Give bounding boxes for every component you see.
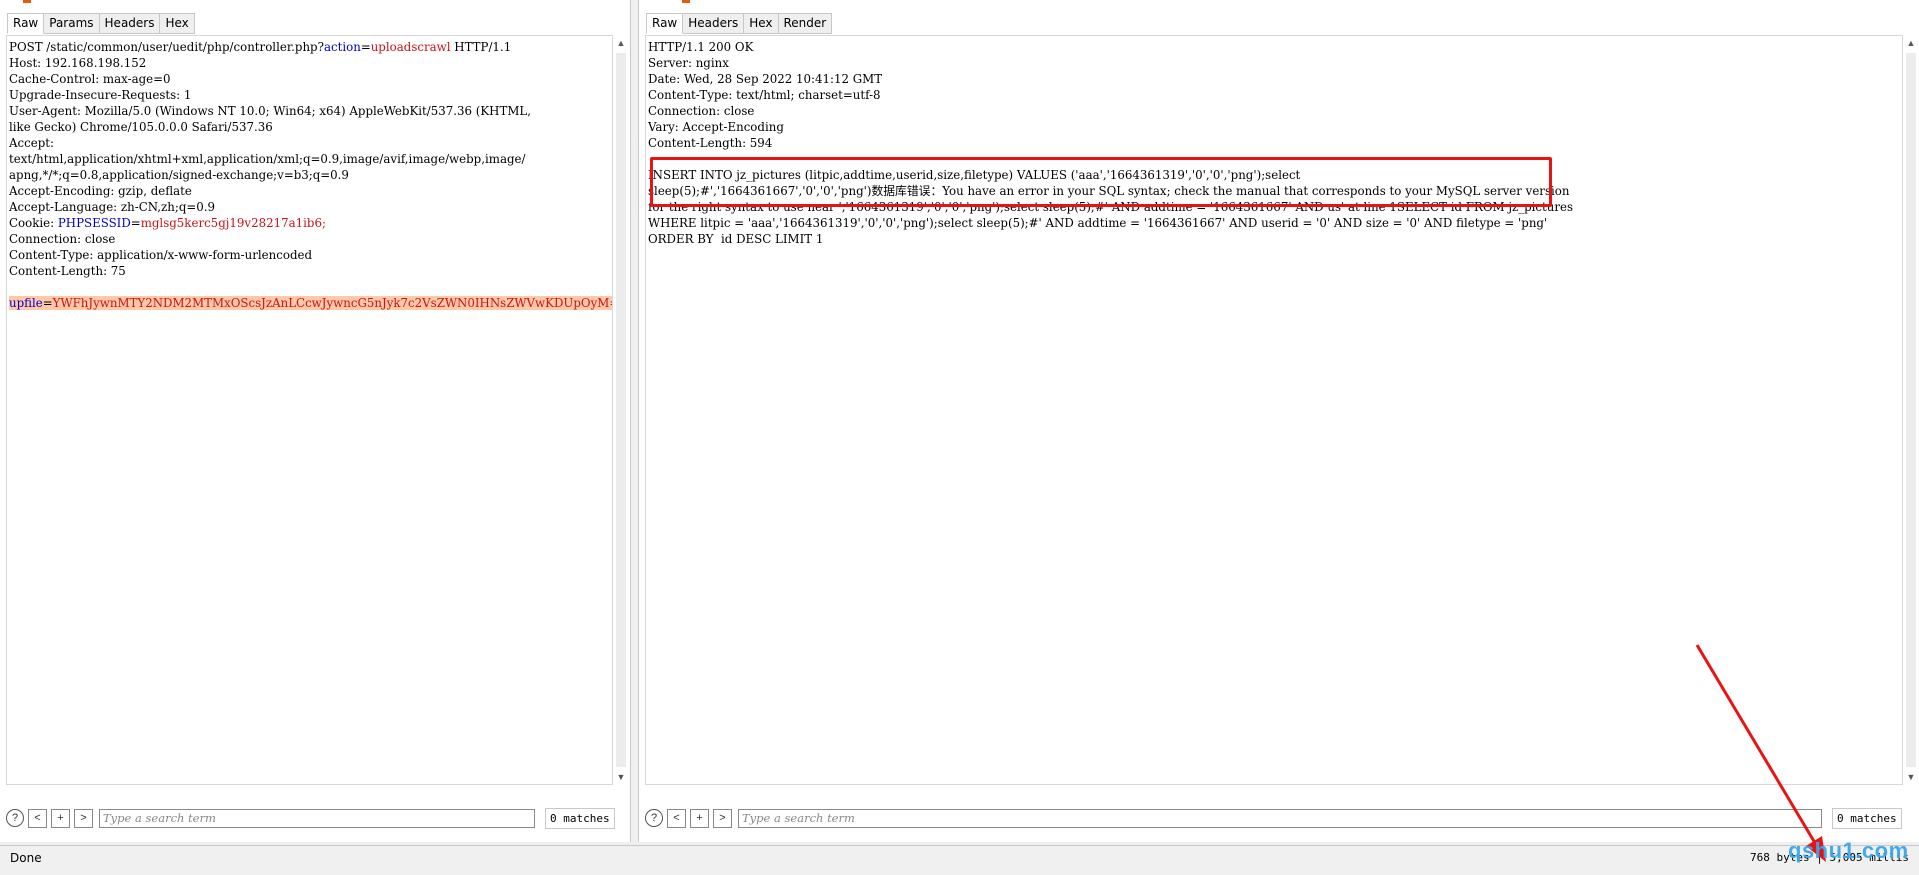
request-scrollbar[interactable]: ▲ ▼ bbox=[614, 35, 628, 785]
help-icon[interactable]: ? bbox=[645, 809, 663, 827]
panel-accent-mark bbox=[682, 0, 690, 3]
status-bar: Done 768 bytes | 5,005 millis bbox=[0, 845, 1919, 870]
next-icon[interactable]: > bbox=[74, 808, 93, 828]
tab-response-hex[interactable]: Hex bbox=[744, 13, 779, 34]
tab-request-headers[interactable]: Headers bbox=[99, 13, 161, 34]
scroll-thumb[interactable] bbox=[616, 53, 626, 767]
tab-response-raw[interactable]: Raw bbox=[646, 13, 684, 34]
response-panel: Raw Headers Hex Render HTTP/1.1 200 OK S… bbox=[638, 0, 1919, 842]
response-tabs: Raw Headers Hex Render bbox=[646, 13, 833, 34]
request-body-highlight: upfile=YWFhJywnMTY2NDM2MTMxOScsJzAnLCcwJ… bbox=[9, 296, 612, 310]
add-icon[interactable]: + bbox=[51, 808, 70, 828]
scroll-up-icon[interactable]: ▲ bbox=[614, 35, 628, 51]
previous-icon[interactable]: < bbox=[28, 808, 47, 828]
previous-icon[interactable]: < bbox=[667, 808, 686, 828]
watermark-logo: qshu1.com bbox=[1788, 838, 1909, 863]
help-icon[interactable]: ? bbox=[6, 809, 24, 827]
scroll-down-icon[interactable]: ▼ bbox=[614, 769, 628, 785]
request-editor[interactable]: POST /static/common/user/uedit/php/contr… bbox=[6, 35, 613, 785]
response-text: HTTP/1.1 200 OK Server: nginx Date: Wed,… bbox=[648, 40, 1574, 246]
request-tabs: Raw Params Headers Hex bbox=[7, 13, 195, 34]
panel-accent-mark bbox=[23, 0, 31, 3]
request-panel: Raw Params Headers Hex POST /static/comm… bbox=[0, 0, 631, 842]
request-search-input[interactable] bbox=[99, 808, 535, 828]
response-matches-count: 0 matches bbox=[1832, 807, 1902, 829]
request-search-bar: ? < + > 0 matches bbox=[6, 806, 624, 830]
tab-request-raw[interactable]: Raw bbox=[7, 13, 45, 34]
scroll-down-icon[interactable]: ▼ bbox=[1904, 769, 1918, 785]
scroll-thumb[interactable] bbox=[1906, 53, 1916, 767]
scroll-up-icon[interactable]: ▲ bbox=[1904, 35, 1918, 51]
tab-request-params[interactable]: Params bbox=[44, 13, 100, 34]
response-editor[interactable]: HTTP/1.1 200 OK Server: nginx Date: Wed,… bbox=[645, 35, 1903, 785]
response-search-bar: ? < + > 0 matches bbox=[645, 806, 1914, 830]
tab-request-hex[interactable]: Hex bbox=[160, 13, 195, 34]
tab-response-headers[interactable]: Headers bbox=[683, 13, 745, 34]
status-text: Done bbox=[10, 851, 42, 865]
add-icon[interactable]: + bbox=[690, 808, 709, 828]
next-icon[interactable]: > bbox=[713, 808, 732, 828]
response-scrollbar[interactable]: ▲ ▼ bbox=[1904, 35, 1918, 785]
request-matches-count: 0 matches bbox=[545, 807, 615, 829]
tab-response-render[interactable]: Render bbox=[778, 13, 833, 34]
response-search-input[interactable] bbox=[738, 808, 1822, 828]
request-text: POST /static/common/user/uedit/php/contr… bbox=[7, 36, 612, 314]
